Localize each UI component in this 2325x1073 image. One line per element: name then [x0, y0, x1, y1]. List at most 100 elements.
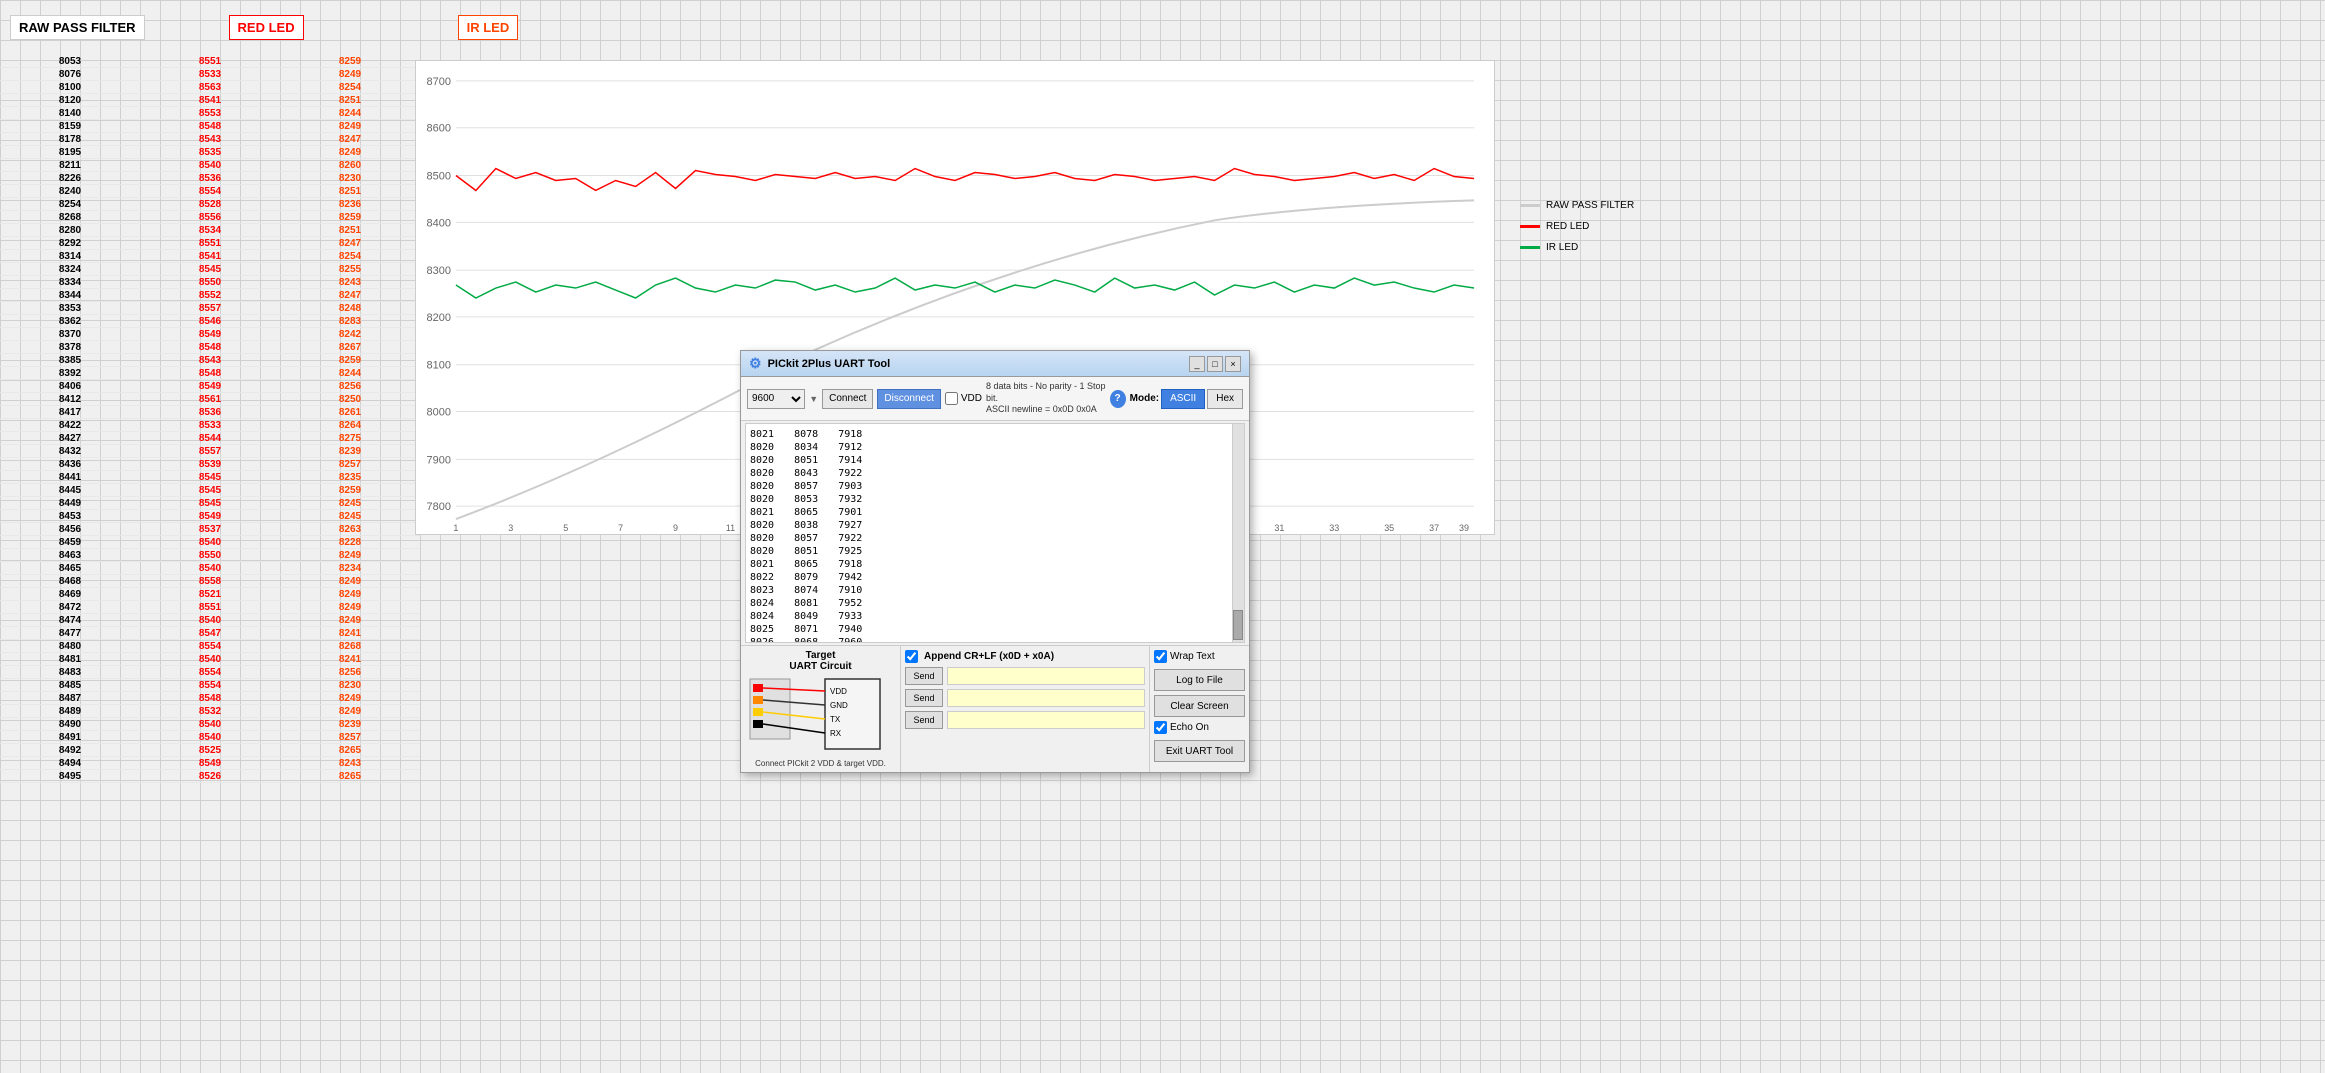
table-row: 8553	[140, 107, 280, 120]
mode-label: Mode:	[1130, 393, 1159, 404]
table-row: 8541	[140, 94, 280, 107]
table-row: 8234	[280, 562, 420, 575]
mode-buttons: Mode: ASCII Hex	[1130, 389, 1243, 409]
table-row: 8540	[140, 731, 280, 744]
svg-text:8300: 8300	[427, 265, 451, 277]
table-row: 8554	[140, 640, 280, 653]
send-button-1[interactable]: Send	[905, 667, 943, 685]
hex-mode-button[interactable]: Hex	[1207, 389, 1243, 409]
terminal-row: 802080347912	[750, 441, 1226, 454]
wrap-text-container: Wrap Text	[1154, 650, 1245, 663]
table-row: 8226	[0, 172, 140, 185]
terminal-scroll-thumb[interactable]	[1233, 610, 1243, 640]
table-row: 8545	[140, 497, 280, 510]
table-row: 8244	[280, 367, 420, 380]
help-button[interactable]: ?	[1110, 390, 1126, 408]
table-row: 8251	[280, 94, 420, 107]
terminal-area[interactable]: 8021807879188020803479128020805179148020…	[745, 423, 1245, 643]
table-row: 8554	[140, 185, 280, 198]
table-row: 8539	[140, 458, 280, 471]
table-row: 8385	[0, 354, 140, 367]
terminal-row: 802080517914	[750, 454, 1226, 467]
terminal-row: 802180787918	[750, 428, 1226, 441]
table-row: 8472	[0, 601, 140, 614]
table-row: 8456	[0, 523, 140, 536]
svg-text:7: 7	[618, 523, 623, 533]
table-row: 8259	[280, 484, 420, 497]
wrap-text-checkbox[interactable]	[1154, 650, 1167, 663]
table-row: 8536	[140, 172, 280, 185]
table-row: 8481	[0, 653, 140, 666]
table-row: 8535	[140, 146, 280, 159]
terminal-row: 802080437922	[750, 467, 1226, 480]
macros-area: Append CR+LF (x0D + x0A) Send Send Send	[901, 646, 1149, 772]
ascii-mode-button[interactable]: ASCII	[1161, 389, 1205, 409]
svg-text:8200: 8200	[427, 312, 451, 324]
terminal-row: 802680687960	[750, 636, 1226, 643]
table-row: 8249	[280, 120, 420, 133]
send-button-3[interactable]: Send	[905, 711, 943, 729]
dialog-title: ⚙ PICkit 2Plus UART Tool	[749, 355, 890, 372]
table-row: 8265	[280, 744, 420, 757]
macro-input-3[interactable]	[947, 711, 1145, 729]
table-row: 8548	[140, 692, 280, 705]
circuit-area: TargetUART Circuit VDD GND TX RX	[741, 646, 901, 772]
minimize-button[interactable]: _	[1189, 356, 1205, 372]
table-row: 8547	[140, 627, 280, 640]
legend-red-label: RED LED	[1546, 221, 1589, 232]
svg-text:8700: 8700	[427, 76, 451, 88]
table-row: 8249	[280, 601, 420, 614]
table-row: 8334	[0, 276, 140, 289]
svg-text:33: 33	[1329, 523, 1339, 533]
log-to-file-button[interactable]: Log to File	[1154, 669, 1245, 691]
macro-input-1[interactable]	[947, 667, 1145, 685]
dialog-bottom: TargetUART Circuit VDD GND TX RX	[741, 645, 1249, 772]
table-row: 8469	[0, 588, 140, 601]
table-row: 8249	[280, 68, 420, 81]
append-crlf-checkbox[interactable]	[905, 650, 918, 663]
macro-row-1: Send	[905, 667, 1145, 685]
table-row: 8120	[0, 94, 140, 107]
send-button-2[interactable]: Send	[905, 689, 943, 707]
table-row: 8543	[140, 354, 280, 367]
table-row: 8256	[280, 380, 420, 393]
table-row: 8459	[0, 536, 140, 549]
clear-screen-button[interactable]: Clear Screen	[1154, 695, 1245, 717]
vdd-checkbox-container: VDD	[945, 392, 982, 405]
table-row: 8245	[280, 497, 420, 510]
vdd-checkbox[interactable]	[945, 392, 958, 405]
close-button[interactable]: ×	[1225, 356, 1241, 372]
disconnect-button[interactable]: Disconnect	[877, 389, 940, 409]
exit-uart-tool-button[interactable]: Exit UART Tool	[1154, 740, 1245, 762]
macro-row-3: Send	[905, 711, 1145, 729]
table-row: 8558	[140, 575, 280, 588]
terminal-scrollbar[interactable]	[1232, 424, 1244, 642]
svg-text:TX: TX	[830, 715, 841, 724]
legend-ir: IR LED	[1520, 242, 1634, 253]
terminal-row: 802080577903	[750, 480, 1226, 493]
table-row: 8540	[140, 718, 280, 731]
table-row: 8249	[280, 146, 420, 159]
connect-button[interactable]: Connect	[822, 389, 873, 409]
macro-input-2[interactable]	[947, 689, 1145, 707]
table-row: 8236	[280, 198, 420, 211]
maximize-button[interactable]: □	[1207, 356, 1223, 372]
svg-text:9: 9	[673, 523, 678, 533]
echo-on-label: Echo On	[1170, 722, 1209, 733]
table-row: 8487	[0, 692, 140, 705]
table-row: 8241	[280, 627, 420, 640]
svg-text:VDD: VDD	[830, 687, 847, 696]
echo-on-checkbox[interactable]	[1154, 721, 1167, 734]
baud-rate-select[interactable]: 9600 19200 38400 115200	[747, 389, 805, 409]
table-row: 8494	[0, 757, 140, 770]
table-row: 8554	[140, 666, 280, 679]
table-row: 8545	[140, 263, 280, 276]
ir-led-label: IR LED	[458, 15, 519, 40]
table-row: 8412	[0, 393, 140, 406]
table-row: 8427	[0, 432, 140, 445]
terminal-row: 802080577922	[750, 532, 1226, 545]
echo-on-container: Echo On	[1154, 721, 1245, 734]
svg-text:5: 5	[563, 523, 568, 533]
right-buttons-panel: Wrap Text Log to File Clear Screen Echo …	[1149, 646, 1249, 772]
table-row: 8249	[280, 692, 420, 705]
